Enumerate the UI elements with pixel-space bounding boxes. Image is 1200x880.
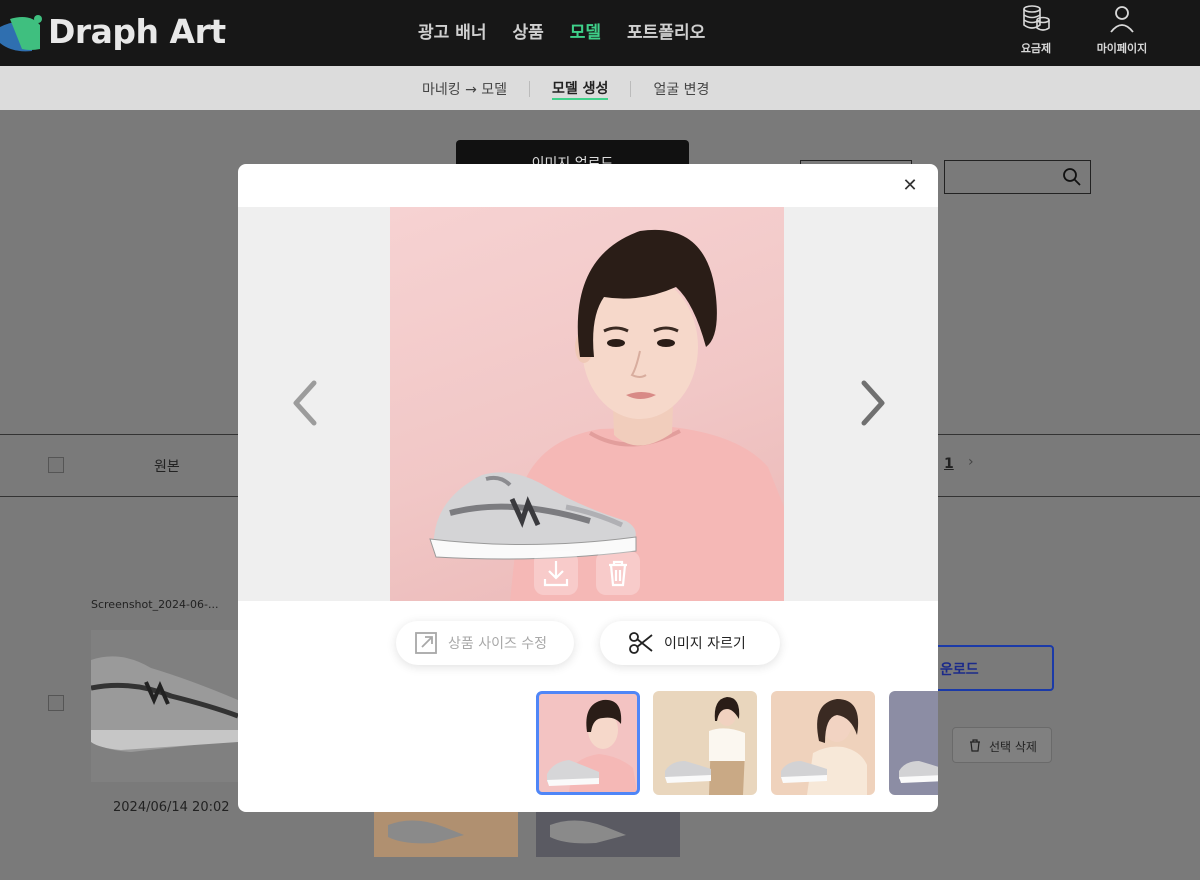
logo[interactable]: Draph Art: [0, 6, 226, 56]
page-number[interactable]: 1: [944, 456, 954, 472]
nav-item-portfolio[interactable]: 포트폴리오: [627, 18, 705, 43]
created-date: 2024/06/14 20:02: [113, 800, 230, 815]
resize-product-label: 상품 사이즈 수정: [448, 636, 548, 652]
subnav-item-face-change[interactable]: 얼굴 변경: [653, 79, 709, 99]
next-arrow-icon[interactable]: [852, 377, 892, 429]
crop-image-button[interactable]: 이미지 자르기: [600, 621, 780, 665]
result-thumbnail[interactable]: [374, 805, 518, 857]
next-page-icon[interactable]: ›: [968, 454, 974, 470]
pricing-label: 요금제: [1020, 42, 1052, 55]
top-header: Draph Art 광고 배너 상품 모델 포트폴리오 요금제 마이페이지: [0, 0, 1200, 66]
result-thumbnail[interactable]: [536, 805, 680, 857]
resize-product-button[interactable]: 상품 사이즈 수정: [396, 621, 574, 665]
subnav-divider: [630, 81, 632, 97]
scissors-icon: [629, 632, 653, 654]
main-nav: 광고 배너 상품 모델 포트폴리오: [418, 18, 705, 43]
image-viewer: [238, 207, 938, 601]
select-all-checkbox[interactable]: [48, 457, 64, 473]
resize-icon: [415, 632, 437, 654]
delete-selected-button[interactable]: 선택 삭제: [952, 727, 1052, 763]
sub-nav: 마네킹 → 모델 모델 생성 얼굴 변경: [0, 66, 1200, 110]
trash-icon: [970, 739, 980, 752]
original-thumbnail[interactable]: [91, 630, 238, 782]
nav-item-product[interactable]: 상품: [512, 18, 543, 43]
nav-item-model[interactable]: 모델: [570, 18, 601, 43]
result-thumbnail-3[interactable]: [771, 691, 875, 795]
close-icon[interactable]: ✕: [900, 176, 920, 196]
mypage-button[interactable]: 마이페이지: [1087, 4, 1157, 56]
subnav-item-create-model[interactable]: 모델 생성: [552, 78, 609, 100]
subnav-item-mannequin[interactable]: 마네킹 → 모델: [422, 79, 507, 99]
mypage-label: 마이페이지: [1096, 42, 1148, 55]
user-icon: [1110, 6, 1134, 33]
coins-icon: [1023, 5, 1050, 31]
column-original: 원본: [154, 459, 180, 475]
prev-arrow-icon[interactable]: [286, 377, 326, 429]
file-name: Screenshot_2024-06-...: [91, 598, 219, 611]
result-thumbnail-4[interactable]: [889, 691, 938, 795]
logo-text: Draph Art: [48, 11, 226, 51]
nav-item-ad-banner[interactable]: 광고 배너: [418, 18, 486, 43]
logo-mark-icon: [0, 9, 44, 53]
row-checkbox[interactable]: [48, 695, 64, 711]
generated-model-image: [390, 207, 784, 601]
image-viewer-modal: ✕ 상품 사이즈 수정 이미지 자르기: [238, 164, 938, 812]
delete-selected-label: 선택 삭제: [989, 740, 1037, 754]
result-thumbnail-1[interactable]: [536, 691, 640, 795]
download-button[interactable]: 운로드: [930, 645, 1054, 691]
subnav-divider: [529, 81, 531, 97]
trash-icon[interactable]: [596, 551, 640, 595]
download-icon[interactable]: [534, 551, 578, 595]
search-icon: [1063, 168, 1081, 186]
search-input[interactable]: [944, 160, 1091, 194]
pricing-button[interactable]: 요금제: [1001, 4, 1071, 56]
result-thumbnail-2[interactable]: [653, 691, 757, 795]
crop-image-label: 이미지 자르기: [664, 636, 746, 652]
